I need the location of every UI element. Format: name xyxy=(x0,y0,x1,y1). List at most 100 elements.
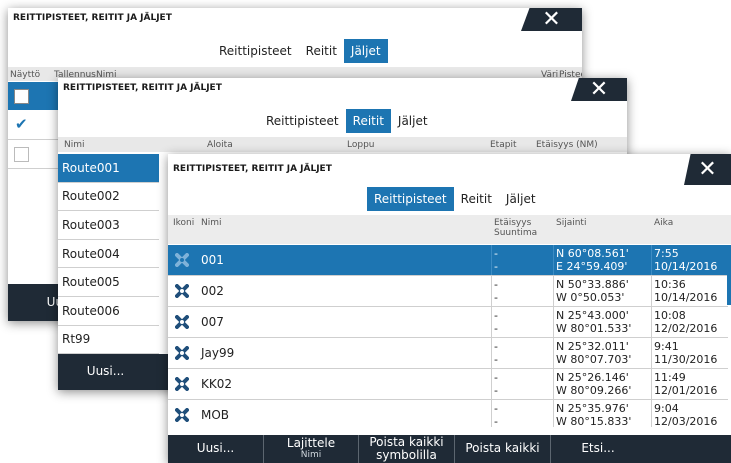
waypoint-distance: - xyxy=(494,371,498,384)
header-name: Nimi xyxy=(64,140,85,150)
tab-bar: Reittipisteet Reitit Jäljet xyxy=(212,39,388,63)
waypoint-name: 002 xyxy=(201,284,224,298)
waypoint-lat: N 25°26.146' xyxy=(556,371,629,384)
waypoint-date: 12/03/2016 xyxy=(654,415,718,427)
waypoint-name: 007 xyxy=(201,315,224,329)
waypoint-time: 10:36 xyxy=(654,278,686,291)
new-button[interactable]: Uusi... xyxy=(58,354,153,390)
table-row[interactable]: MOB -- N 25°35.976' W 80°15.833' 9:04 12/0… xyxy=(168,400,728,427)
waypoint-date: 10/14/2016 xyxy=(654,291,718,304)
waypoint-date: 10/14/2016 xyxy=(654,260,718,273)
waypoint-lat: N 50°33.886' xyxy=(556,278,629,291)
header-bearing: Suuntima xyxy=(494,228,538,238)
find-button[interactable]: Etsi... xyxy=(551,435,645,463)
checkbox[interactable] xyxy=(14,89,29,104)
header-time: Aika xyxy=(654,218,674,228)
sort-button-value: Nimi xyxy=(300,449,322,460)
scrollbar[interactable] xyxy=(727,245,731,305)
header-legs: Etapit xyxy=(490,140,517,150)
waypoint-name: KK02 xyxy=(201,377,233,391)
waypoint-icon xyxy=(175,284,189,298)
tab-waypoints[interactable]: Reittipisteet xyxy=(259,109,346,133)
new-button[interactable]: Uusi... xyxy=(168,435,264,463)
waypoint-time: 10:08 xyxy=(654,309,686,322)
header-start: Aloita xyxy=(207,140,233,150)
waypoint-bearing: - xyxy=(494,291,498,304)
tab-trails[interactable]: Jäljet xyxy=(391,109,435,133)
list-item[interactable]: Route006 xyxy=(58,297,159,326)
waypoint-icon xyxy=(175,377,189,391)
waypoint-bearing: - xyxy=(494,260,498,273)
checkbox[interactable] xyxy=(14,147,29,162)
waypoint-lon: E 24°59.409' xyxy=(556,260,628,273)
waypoint-lat: N 60°08.561' xyxy=(556,247,629,260)
delete-all-button[interactable]: Poista kaikki xyxy=(455,435,551,463)
waypoint-lon: W 80°01.533' xyxy=(556,322,632,335)
delete-all-symbol-label-2: symbolilla xyxy=(376,448,437,462)
delete-all-symbol-button[interactable]: Poista kaikki symbolilla xyxy=(359,435,455,463)
header-position: Sijainti xyxy=(556,218,587,228)
waypoint-time: 7:55 xyxy=(654,247,679,260)
tab-routes[interactable]: Reitit xyxy=(299,39,344,63)
waypoint-date: 12/01/2016 xyxy=(654,384,718,397)
waypoint-lon: W 80°15.833' xyxy=(556,415,632,427)
sort-button[interactable]: Lajittele Nimi xyxy=(264,435,359,463)
checkmark-icon[interactable]: ✔ xyxy=(15,115,28,133)
waypoint-lat: N 25°32.011' xyxy=(556,340,629,353)
waypoint-distance: - xyxy=(494,247,498,260)
header-end: Loppu xyxy=(347,140,375,150)
tab-routes[interactable]: Reitit xyxy=(345,109,391,133)
tab-bar: Reittipisteet Reitit Jäljet xyxy=(259,109,435,133)
list-item[interactable]: Route003 xyxy=(58,211,159,240)
waypoint-icon xyxy=(175,408,189,422)
tab-trails[interactable]: Jäljet xyxy=(343,39,388,63)
list-item[interactable]: Route004 xyxy=(58,240,159,269)
tab-bar: Reittipisteet Reitit Jäljet xyxy=(367,187,543,211)
dialog-title: REITTIPISTEET, REITIT JA JÄLJET xyxy=(173,164,332,174)
waypoint-name: MOB xyxy=(201,408,230,422)
close-button[interactable]: ✕ xyxy=(521,8,582,31)
waypoint-distance: - xyxy=(494,309,498,322)
dialog-title: REITTIPISTEET, REITIT JA JÄLJET xyxy=(13,13,172,23)
waypoint-time: 9:41 xyxy=(654,340,679,353)
waypoint-distance: - xyxy=(494,402,498,415)
new-button-label: Uusi... xyxy=(86,364,125,379)
waypoint-bearing: - xyxy=(494,415,498,427)
list-item[interactable]: Rt99 xyxy=(58,326,159,355)
sort-button-label: Lajittele xyxy=(286,436,336,451)
table-row[interactable]: 002 -- N 50°33.886' W 0°50.053' 10:36 10/1… xyxy=(168,276,728,307)
waypoint-bearing: - xyxy=(494,322,498,335)
waypoint-date: 11/30/2016 xyxy=(654,353,718,366)
waypoint-name: Jay99 xyxy=(201,346,235,360)
header-distance: Etäisyys (NM) xyxy=(536,140,598,150)
table-row[interactable]: KK02 -- N 25°26.146' W 80°09.266' 11:49 12… xyxy=(168,369,728,400)
table-row[interactable]: 001 -- N 60°08.561' E 24°59.409' 7:55 10/1… xyxy=(168,245,728,276)
tab-trails[interactable]: Jäljet xyxy=(499,187,543,211)
list-item[interactable]: Route001 xyxy=(58,154,159,183)
close-button[interactable]: ✕ xyxy=(571,78,627,101)
waypoint-table: 001 -- N 60°08.561' E 24°59.409' 7:55 10/1… xyxy=(168,245,731,427)
close-button[interactable]: ✕ xyxy=(684,154,731,185)
waypoint-lon: W 0°50.053' xyxy=(556,291,625,304)
table-row[interactable]: Jay99 -- N 25°32.011' W 80°07.703' 9:41 11… xyxy=(168,338,728,369)
new-button-label: Uusi... xyxy=(196,441,235,456)
waypoint-bearing: - xyxy=(494,353,498,366)
list-item[interactable]: Route002 xyxy=(58,183,159,212)
tab-waypoints[interactable]: Reittipisteet xyxy=(212,39,299,63)
find-button-label: Etsi... xyxy=(581,441,615,456)
dialog-title: REITTIPISTEET, REITIT JA JÄLJET xyxy=(63,83,222,93)
waypoint-icon xyxy=(175,346,189,360)
header-show: Näyttö xyxy=(10,70,41,80)
tab-waypoints[interactable]: Reittipisteet xyxy=(367,187,454,211)
list-item[interactable]: Route005 xyxy=(58,268,159,297)
waypoint-lon: W 80°07.703' xyxy=(556,353,632,366)
dialog-waypoints: REITTIPISTEET, REITIT JA JÄLJET ✕ Reitti… xyxy=(168,154,731,463)
waypoint-lon: W 80°09.266' xyxy=(556,384,632,397)
waypoint-icon xyxy=(175,315,189,329)
waypoint-lat: N 25°43.000' xyxy=(556,309,629,322)
tab-routes[interactable]: Reitit xyxy=(454,187,499,211)
waypoint-time: 11:49 xyxy=(654,371,686,384)
header-icon: Ikoni xyxy=(173,218,195,228)
table-row[interactable]: 007 -- N 25°43.000' W 80°01.533' 10:08 12/… xyxy=(168,307,728,338)
waypoint-name: 001 xyxy=(201,253,224,267)
